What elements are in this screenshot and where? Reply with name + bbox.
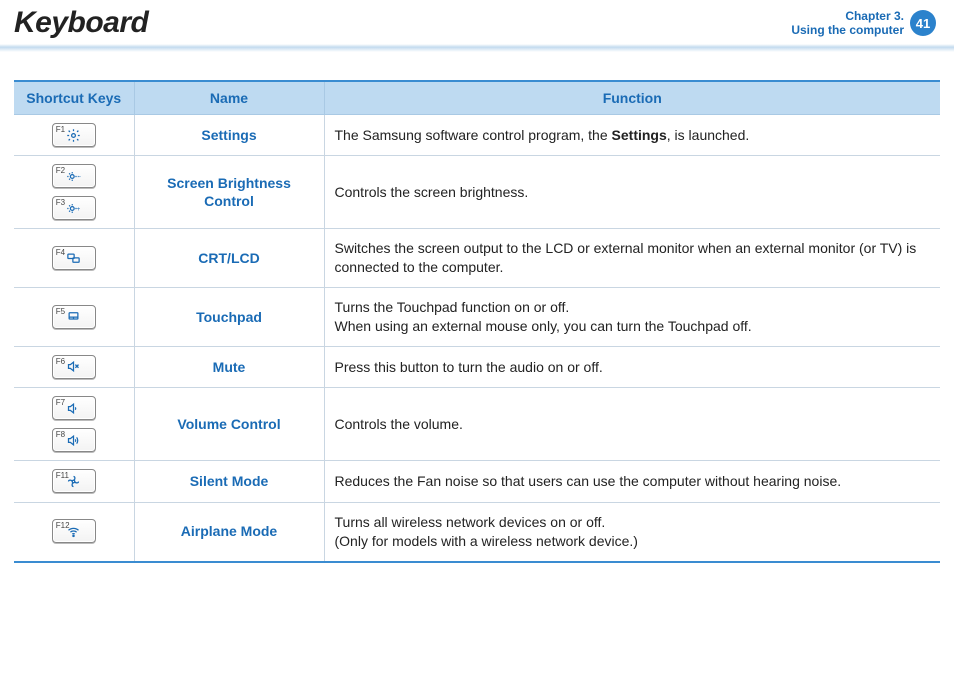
table-row: F2 − F3 + Screen Brightness Control Cont… xyxy=(14,156,940,229)
f-key-label: F7 xyxy=(56,398,65,409)
row-name: Volume Control xyxy=(134,388,324,461)
keycap-f4: F4 xyxy=(52,246,96,270)
svg-text:−: − xyxy=(78,174,82,181)
keycap-f8: F8 xyxy=(52,428,96,452)
row-name: CRT/LCD xyxy=(134,229,324,288)
display-switch-icon xyxy=(66,251,81,266)
table-row: F11 Silent Mode Reduces the Fan noise so… xyxy=(14,461,940,502)
keycap-f2: F2 − xyxy=(52,164,96,188)
f-key-label: F11 xyxy=(56,471,69,482)
chapter-sub: Using the computer xyxy=(791,23,904,37)
mute-icon xyxy=(66,359,81,374)
row-func: The Samsung software control program, th… xyxy=(324,115,940,156)
keycap-f11: F11 xyxy=(52,469,96,493)
row-name: Mute xyxy=(134,346,324,387)
page-number-badge: 41 xyxy=(910,10,936,36)
f-key-label: F1 xyxy=(56,125,65,136)
brightness-down-icon: − xyxy=(66,169,81,184)
keycap-f12: F12 xyxy=(52,519,96,543)
table-row: F4 CRT/LCD Switches the screen output to… xyxy=(14,229,940,288)
keycap-f7: F7 xyxy=(52,396,96,420)
page-header: Keyboard Chapter 3. Using the computer 4… xyxy=(0,0,954,44)
keycap-f3: F3 + xyxy=(52,196,96,220)
table-row: F6 Mute Press this button to turn the au… xyxy=(14,346,940,387)
th-name: Name xyxy=(134,81,324,115)
volume-down-icon xyxy=(66,401,81,416)
table-header-row: Shortcut Keys Name Function xyxy=(14,81,940,115)
row-func: Turns all wireless network devices on or… xyxy=(324,502,940,561)
settings-icon xyxy=(66,128,81,143)
header-divider xyxy=(0,44,954,52)
volume-up-icon xyxy=(66,433,81,448)
row-name: Airplane Mode xyxy=(134,502,324,561)
keycap-f5: F5 xyxy=(52,305,96,329)
brightness-up-icon: + xyxy=(66,201,81,216)
f-key-label: F12 xyxy=(56,521,70,532)
chapter-block: Chapter 3. Using the computer 41 xyxy=(791,9,936,38)
table-row: F5 Touchpad Turns the Touchpad function … xyxy=(14,288,940,347)
row-func: Controls the screen brightness. xyxy=(324,156,940,229)
row-name: Silent Mode xyxy=(134,461,324,502)
th-keys: Shortcut Keys xyxy=(14,81,134,115)
row-func: Turns the Touchpad function on or off. W… xyxy=(324,288,940,347)
row-name: Touchpad xyxy=(134,288,324,347)
table-row: F7 F8 Volume Control Controls the volume… xyxy=(14,388,940,461)
keycap-f1: F1 xyxy=(52,123,96,147)
f-key-label: F5 xyxy=(56,307,65,318)
keycap-f6: F6 xyxy=(52,355,96,379)
table-row: F12 Airplane Mode Turns all wireless net… xyxy=(14,502,940,561)
chapter-text: Chapter 3. Using the computer xyxy=(791,9,904,38)
chapter-label: Chapter 3. xyxy=(791,9,904,23)
f-key-label: F4 xyxy=(56,248,65,259)
touchpad-icon xyxy=(66,309,81,324)
row-func: Controls the volume. xyxy=(324,388,940,461)
row-func: Press this button to turn the audio on o… xyxy=(324,346,940,387)
row-name: Screen Brightness Control xyxy=(134,156,324,229)
f-key-label: F2 xyxy=(56,166,65,177)
svg-text:+: + xyxy=(77,206,81,213)
row-func: Switches the screen output to the LCD or… xyxy=(324,229,940,288)
f-key-label: F8 xyxy=(56,430,65,441)
row-name: Settings xyxy=(134,115,324,156)
row-func: Reduces the Fan noise so that users can … xyxy=(324,461,940,502)
table-row: F1 Settings The Samsung software control… xyxy=(14,115,940,156)
f-key-label: F3 xyxy=(56,198,65,209)
shortcut-table: Shortcut Keys Name Function F1 Settings … xyxy=(14,80,940,563)
page-title: Keyboard xyxy=(14,6,148,40)
th-func: Function xyxy=(324,81,940,115)
f-key-label: F6 xyxy=(56,357,65,368)
